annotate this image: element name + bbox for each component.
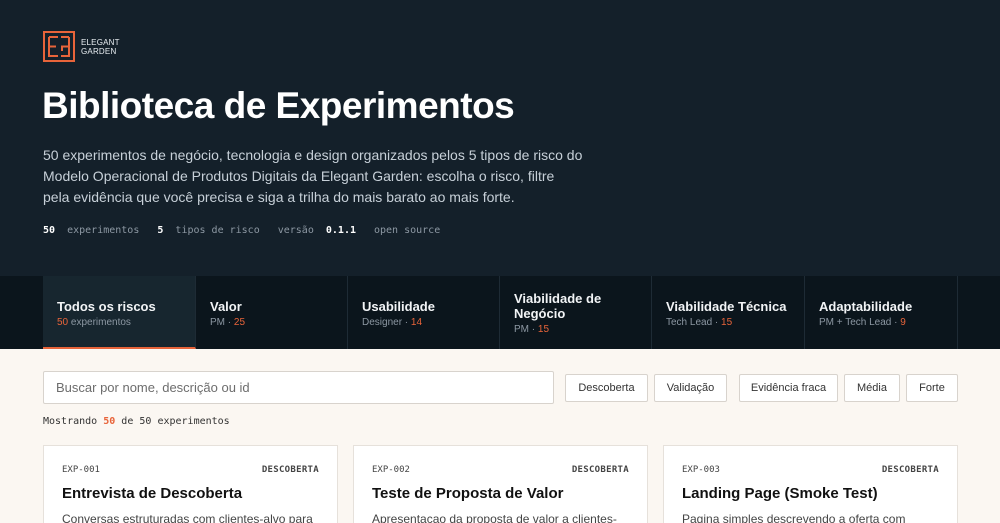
filter-validacao-button[interactable]: Validação	[654, 374, 727, 402]
meta-count: 50 experimentos	[43, 225, 140, 236]
card-description: Conversas estruturadas com clientes-alvo…	[62, 512, 313, 523]
tab-sub: PM · 25	[210, 317, 246, 328]
tab-sub: Tech Lead · 15	[666, 317, 733, 328]
page-title: Biblioteca de Experimentos	[42, 85, 515, 126]
tab-label: Valor	[210, 299, 242, 314]
hero-section: ELEGANT GARDEN Biblioteca de Experimento…	[0, 0, 1000, 276]
card-description: Pagina simples descrevendo a oferta com	[682, 512, 906, 523]
experiment-card[interactable]: EXP-002 DESCOBERTA Teste de Proposta de …	[353, 445, 648, 523]
tab-label: Adaptabilidade	[819, 299, 913, 314]
meta-risks: 5 tipos de risco	[157, 225, 260, 236]
tab-usabilidade[interactable]: Usabilidade Designer · 14	[348, 276, 500, 349]
tab-sub: PM · 15	[514, 324, 550, 335]
tab-viabilidade-tecnica[interactable]: Viabilidade Técnica Tech Lead · 15	[652, 276, 805, 349]
meta-stats: 50 experimentos 5 tipos de risco versão …	[43, 225, 458, 236]
card-title: Landing Page (Smoke Test)	[682, 485, 878, 502]
tab-label: Viabilidade de Negócio	[514, 291, 602, 321]
elegant-garden-logo-icon	[43, 31, 75, 62]
experiment-card[interactable]: EXP-003 DESCOBERTA Landing Page (Smoke T…	[663, 445, 958, 523]
tab-sub: Designer · 14	[362, 317, 423, 328]
tab-adaptabilidade[interactable]: Adaptabilidade PM + Tech Lead · 9	[805, 276, 958, 349]
filter-descoberta-button[interactable]: Descoberta	[565, 374, 648, 402]
brand-line-2: GARDEN	[81, 46, 117, 56]
meta-version: versão 0.1.1	[277, 225, 356, 236]
card-id: EXP-003	[682, 465, 720, 475]
brand-logo[interactable]: ELEGANT GARDEN	[43, 31, 120, 62]
tab-label: Viabilidade Técnica	[666, 299, 787, 314]
card-id: EXP-001	[62, 465, 100, 475]
brand-wordmark: ELEGANT GARDEN	[81, 38, 120, 56]
tab-label: Usabilidade	[362, 299, 435, 314]
card-stage: DESCOBERTA	[571, 465, 629, 475]
card-stage: DESCOBERTA	[881, 465, 939, 475]
experiment-card[interactable]: EXP-001 DESCOBERTA Entrevista de Descobe…	[43, 445, 338, 523]
filter-evidencia-fraca-button[interactable]: Evidência fraca	[739, 374, 838, 402]
card-title: Entrevista de Descoberta	[62, 485, 243, 502]
tab-label: Todos os riscos	[57, 299, 156, 314]
tab-viabilidade-negocio[interactable]: Viabilidade de Negócio PM · 15	[500, 276, 652, 349]
brand-line-1: ELEGANT	[81, 37, 120, 47]
results-count: Mostrando 50 de 50 experimentos	[43, 416, 230, 427]
card-id: EXP-002	[372, 465, 410, 475]
card-description: Apresentacao da proposta de valor a clie…	[372, 512, 617, 523]
risk-tabs: Todos os riscos 50 experimentos Valor PM…	[0, 276, 1000, 349]
meta-license: open source	[374, 225, 441, 236]
filter-forte-button[interactable]: Forte	[906, 374, 958, 402]
page-description: 50 experimentos de negócio, tecnologia e…	[43, 147, 583, 205]
search-input[interactable]	[43, 371, 554, 404]
tab-sub: PM + Tech Lead · 9	[819, 317, 906, 328]
filter-media-button[interactable]: Média	[844, 374, 900, 402]
card-stage: DESCOBERTA	[261, 465, 319, 475]
tab-valor[interactable]: Valor PM · 25	[196, 276, 348, 349]
card-title: Teste de Proposta de Valor	[372, 485, 564, 502]
tab-all-risks[interactable]: Todos os riscos 50 experimentos	[43, 276, 196, 349]
tab-sub: 50 experimentos	[57, 317, 131, 328]
